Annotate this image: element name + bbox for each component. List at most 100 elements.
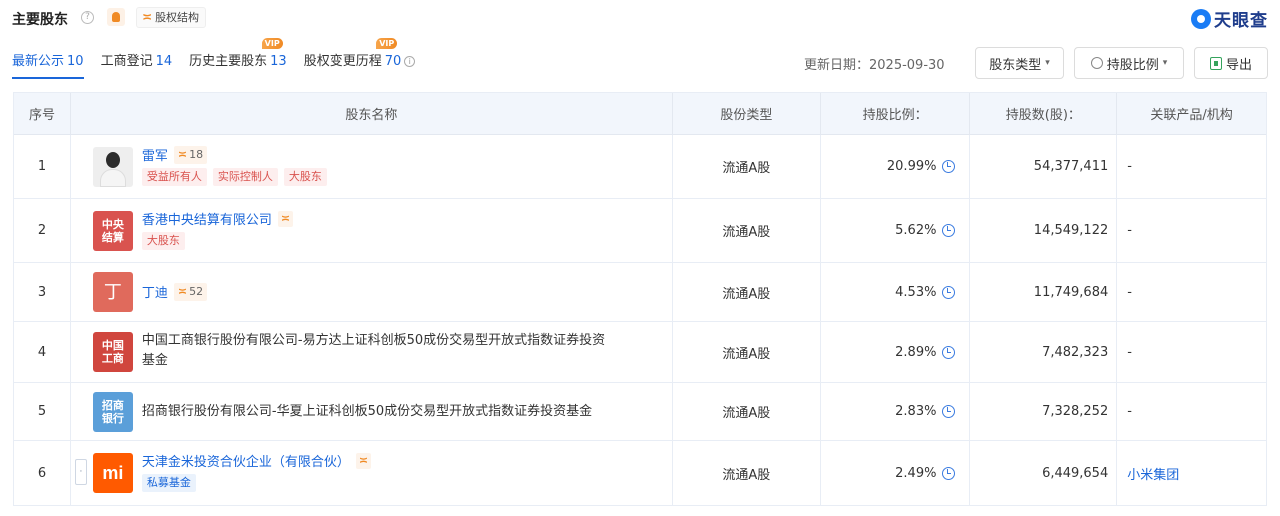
col-header-index: 序号 — [14, 93, 71, 134]
clock-icon[interactable] — [942, 285, 956, 299]
holding-ratio: 2.49% — [895, 465, 937, 481]
expand-handle[interactable]: · — [74, 459, 87, 485]
related-companies-badge[interactable]: ≍ 52 — [173, 282, 208, 301]
shareholder-name-link[interactable]: 丁迪 — [142, 282, 168, 301]
shareholder-name-cont[interactable]: 基金 — [142, 351, 605, 371]
related-product-link[interactable]: 小米集团 — [1127, 464, 1179, 483]
equity-structure-button[interactable]: ≍ 股权结构 — [136, 7, 207, 28]
row-index: 4 — [14, 322, 71, 382]
shareholder-info: 雷军 ≍ 18 受益所有人 实际控制人 大股东 — [141, 145, 327, 186]
table-row: 2 中央 结算 香港中央结算有限公司 ≍ 大股东 流通A股 5.62% 14,5… — [14, 199, 1266, 263]
shareholder-name-link[interactable]: 雷军 — [142, 145, 168, 164]
table-row: 1 雷军 ≍ 18 受益所有人 实际控制人 大股东 流通A股 20.99% 54,… — [14, 135, 1266, 199]
share-type: 流通A股 — [673, 383, 821, 440]
row-index: 1 — [14, 135, 71, 198]
structure-icon: ≍ — [177, 285, 188, 298]
shield-badge-icon[interactable] — [107, 8, 125, 26]
structure-icon: ≍ — [177, 148, 188, 161]
shares-held: 11,749,684 — [970, 263, 1118, 321]
share-type: 流通A股 — [673, 322, 821, 382]
shareholder-cell: 招商 银行 招商银行股份有限公司-华夏上证科创板50成份交易型开放式指数证券投资… — [71, 383, 673, 440]
related-count: 18 — [189, 148, 204, 161]
dropdown-label: 持股比例 — [1106, 57, 1159, 73]
export-button[interactable]: 导出 — [1194, 47, 1268, 79]
history-icon — [1090, 57, 1103, 69]
holding-ratio-cell: 20.99% — [821, 135, 971, 198]
excel-icon — [1209, 56, 1222, 70]
avatar[interactable]: 中国 工商 — [92, 332, 133, 372]
related-products: - — [1127, 223, 1132, 238]
related-companies-badge[interactable]: ≍ 18 — [173, 145, 208, 164]
shareholder-info: 中国工商银行股份有限公司-易方达上证科创板50成份交易型开放式指数证券投资 基金 — [142, 331, 605, 371]
shareholder-cell: 中央 结算 香港中央结算有限公司 ≍ 大股东 — [71, 199, 673, 262]
tab-historical-shareholders[interactable]: VIP 历史主要股东 13 — [189, 38, 287, 82]
tab-label: 工商登记 — [100, 54, 153, 69]
tab-label: 股权变更历程 — [303, 54, 382, 69]
structure-icon[interactable]: ≍ — [355, 452, 372, 469]
shareholder-cell: 雷军 ≍ 18 受益所有人 实际控制人 大股东 — [71, 135, 673, 198]
shareholder-name-link[interactable]: 香港中央结算有限公司 — [142, 209, 272, 228]
vip-badge: VIP — [376, 38, 398, 49]
info-icon[interactable]: i — [404, 56, 416, 67]
share-type: 流通A股 — [673, 135, 821, 198]
tab-bar: 最新公示 10 工商登记 14 VIP 历史主要股东 13 VIP 股权变更历程 70 i — [12, 38, 432, 82]
tag-beneficial-owner: 受益所有人 — [141, 168, 207, 186]
table-row: 5 招商 银行 招商银行股份有限公司-华夏上证科创板50成份交易型开放式指数证券… — [14, 383, 1266, 441]
equity-structure-label: 股权结构 — [155, 11, 200, 24]
vip-badge: VIP — [261, 38, 283, 49]
table-row: 6 · mi 天津金米投资合伙企业（有限合伙） ≍ 私募基金 流通A股 2.49… — [14, 441, 1266, 505]
shareholder-name[interactable]: 招商银行股份有限公司-华夏上证科创板50成份交易型开放式指数证券投资基金 — [142, 402, 592, 422]
table-row: 3 丁 丁迪 ≍ 52 流通A股 4.53% 11,749,684 - — [14, 263, 1266, 322]
tab-latest-disclosure[interactable]: 最新公示 10 — [12, 42, 84, 82]
holding-ratio: 20.99% — [886, 159, 937, 174]
brand: 天眼查 — [1191, 6, 1268, 31]
holding-ratio-cell: 2.83% — [821, 383, 971, 440]
chevron-down-icon: ▾ — [1045, 58, 1050, 68]
tab-equity-change-history[interactable]: VIP 股权变更历程 70 i — [303, 38, 416, 82]
col-header-shares[interactable]: 持股数(股)： — [970, 93, 1118, 134]
holding-ratio-dropdown[interactable]: 持股比例 ▾ — [1074, 47, 1184, 79]
table-row: 4 中国 工商 中国工商银行股份有限公司-易方达上证科创板50成份交易型开放式指… — [14, 322, 1266, 383]
row-index: 3 — [14, 263, 71, 321]
shareholder-name-link[interactable]: 天津金米投资合伙企业（有限合伙） — [142, 451, 350, 470]
related-products: - — [1127, 404, 1132, 419]
structure-icon[interactable]: ≍ — [277, 210, 294, 227]
info-icon[interactable]: ? — [81, 11, 94, 24]
shareholder-info: 香港中央结算有限公司 ≍ 大股东 — [141, 209, 294, 250]
avatar[interactable]: 招商 银行 — [92, 392, 133, 432]
col-header-ratio[interactable]: 持股比例： — [821, 93, 971, 134]
xiaomi-logo-icon[interactable]: mi — [92, 453, 133, 493]
shares-held: 7,328,252 — [970, 383, 1118, 440]
tab-count: 13 — [270, 54, 287, 69]
holding-ratio-cell: 2.89% — [821, 322, 971, 382]
shareholder-table: 序号 股东名称 股份类型 持股比例： 持股数(股)： 关联产品/机构 1 雷军 … — [13, 92, 1267, 506]
row-index: 2 — [14, 199, 71, 262]
holding-ratio-cell: 5.62% — [821, 199, 971, 262]
shareholder-type-dropdown[interactable]: 股东类型 ▾ — [975, 47, 1064, 79]
dropdown-label: 股东类型 — [989, 57, 1042, 73]
tab-count: 14 — [155, 54, 173, 69]
export-label: 导出 — [1225, 57, 1252, 73]
section-header: 主要股东 ? ≍ 股权结构 天眼查 — [0, 0, 1280, 36]
avatar[interactable] — [92, 147, 133, 187]
update-date: 更新日期：2025-09-30 — [804, 58, 945, 73]
clock-icon[interactable] — [942, 466, 956, 480]
tab-business-registration[interactable]: 工商登记 14 — [101, 42, 173, 82]
clock-icon[interactable] — [942, 405, 956, 418]
related-products: 小米集团 — [1117, 441, 1266, 505]
shares-held: 54,377,411 — [970, 135, 1118, 198]
clock-icon[interactable] — [942, 345, 956, 359]
holding-ratio: 5.62% — [895, 223, 937, 238]
shareholder-cell: 丁 丁迪 ≍ 52 — [71, 263, 673, 321]
tab-count: 70 — [384, 54, 402, 69]
clock-icon[interactable] — [942, 224, 956, 237]
shareholder-cell: 中国 工商 中国工商银行股份有限公司-易方达上证科创板50成份交易型开放式指数证… — [71, 322, 673, 382]
clock-icon[interactable] — [942, 160, 956, 173]
avatar[interactable]: 中央 结算 — [92, 211, 133, 251]
avatar[interactable]: 丁 — [92, 272, 133, 312]
tab-label: 最新公示 — [12, 54, 65, 69]
shareholder-name[interactable]: 中国工商银行股份有限公司-易方达上证科创板50成份交易型开放式指数证券投资 — [142, 331, 605, 351]
related-products: - — [1127, 159, 1132, 174]
tab-count: 10 — [67, 54, 84, 69]
related-count: 52 — [189, 285, 204, 298]
